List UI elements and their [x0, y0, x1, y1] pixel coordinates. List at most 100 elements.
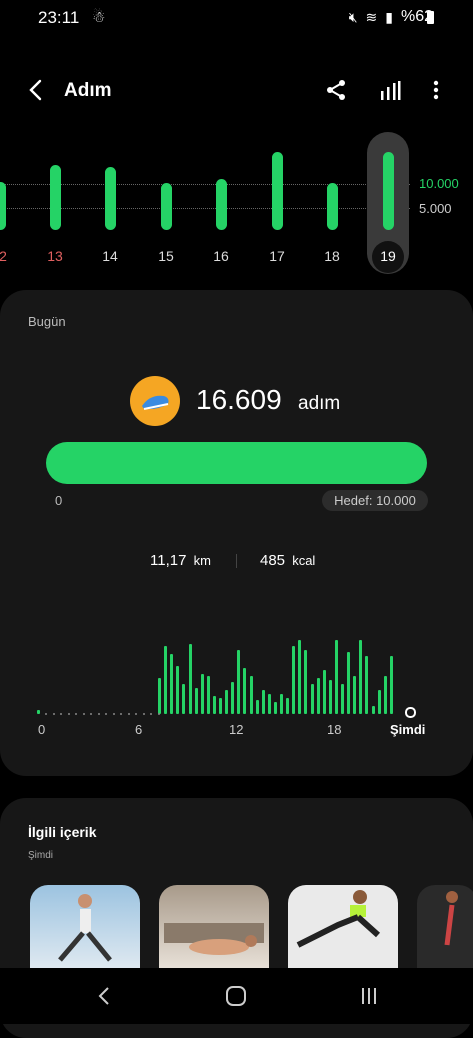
hourly-bar	[316, 678, 320, 714]
day-bar[interactable]	[50, 165, 61, 230]
hour-label-now: Şimdi	[390, 722, 426, 737]
calories-stat: 485 kcal	[260, 552, 315, 569]
y-label-half: 5.000	[419, 201, 452, 216]
hourly-bar	[389, 656, 393, 714]
day-label: 17	[269, 248, 285, 264]
hourly-empty-dot	[67, 713, 70, 715]
goal-badge: Hedef: 10.000	[322, 490, 428, 511]
step-badge-icon	[130, 376, 180, 426]
hourly-empty-dot	[157, 713, 160, 715]
hourly-bar	[158, 678, 161, 714]
hourly-empty-dot	[60, 713, 62, 715]
hourly-bar	[206, 676, 210, 714]
hourly-bar	[170, 654, 174, 714]
hour-label: 18	[327, 722, 342, 737]
trends-button[interactable]	[376, 76, 404, 104]
nav-recents-button[interactable]	[355, 982, 383, 1010]
hourly-empty-dot	[105, 713, 107, 715]
hourly-bar	[249, 676, 253, 714]
hourly-bar	[182, 684, 186, 714]
hourly-bar	[383, 676, 387, 714]
hourly-empty-dot	[120, 713, 122, 715]
hourly-bar	[304, 650, 308, 714]
goal-line	[0, 184, 410, 185]
nav-back-icon	[98, 987, 109, 1005]
nav-back-button[interactable]	[90, 982, 118, 1010]
workout-thumbnail[interactable]	[417, 885, 473, 969]
hourly-bar	[286, 698, 290, 714]
hourly-empty-dot	[82, 713, 85, 715]
back-arrow-icon	[29, 79, 42, 101]
day-bar[interactable]	[216, 179, 227, 230]
distance-value: 11,17	[150, 552, 187, 569]
hourly-empty-dot	[112, 713, 115, 715]
nav-home-button[interactable]	[222, 982, 250, 1010]
y-label-goal: 10.000	[419, 176, 459, 191]
day-bar[interactable]	[272, 152, 283, 230]
hour-label: 12	[229, 722, 244, 737]
day-bar[interactable]	[0, 182, 6, 230]
back-button[interactable]	[22, 76, 50, 104]
nav-recents-icon	[362, 988, 376, 1004]
hourly-bar	[359, 640, 363, 714]
hourly-bar	[219, 698, 222, 714]
hour-label: 6	[135, 722, 143, 737]
day-bar[interactable]	[105, 167, 116, 230]
day-bar[interactable]	[327, 183, 338, 230]
more-options-button[interactable]	[422, 76, 450, 104]
related-subtitle: Şimdi	[28, 850, 54, 861]
status-right: 🔇︎ ≋ ▮ %62	[349, 8, 433, 26]
selected-day-label: 19	[380, 248, 396, 264]
status-time: 23:11	[38, 8, 80, 27]
signal-icon: ▮	[385, 8, 393, 25]
stat-divider	[236, 554, 237, 568]
hourly-empty-dot	[135, 713, 137, 715]
weekly-steps-chart[interactable]: 2 13 14 15 16 17 18 19 10.000 5.000	[0, 130, 473, 280]
hourly-bar	[267, 694, 271, 714]
hourly-bar	[243, 668, 247, 714]
today-label: Bugün	[28, 314, 66, 329]
hourly-bar	[377, 690, 381, 714]
hourly-empty-dot	[90, 713, 92, 715]
hourly-bar	[334, 640, 338, 714]
mute-icon: 🔇︎	[348, 8, 358, 25]
hourly-bar	[225, 690, 229, 714]
hourly-bar	[176, 666, 180, 714]
workout-thumbnail[interactable]	[159, 885, 269, 969]
hour-label: 0	[38, 722, 46, 737]
calories-unit: kcal	[292, 553, 316, 568]
related-title: İlgili içerik	[28, 824, 97, 840]
hourly-bar	[164, 646, 168, 714]
wifi-icon: ≋	[365, 8, 378, 25]
distance-unit: km	[193, 553, 211, 568]
day-bar[interactable]	[383, 152, 394, 230]
hourly-bar	[353, 676, 357, 714]
hourly-bar	[261, 690, 265, 714]
hourly-bar	[310, 684, 314, 714]
share-button[interactable]	[322, 76, 350, 104]
hourly-bar	[371, 706, 375, 714]
hourly-empty-dot	[75, 713, 77, 715]
step-count: 16.609	[196, 384, 282, 415]
workout-thumbnail[interactable]	[30, 885, 140, 969]
day-label: 13	[47, 248, 63, 264]
hourly-bar	[347, 652, 351, 714]
bar-chart-icon	[381, 81, 401, 100]
hourly-empty-dot	[45, 713, 47, 715]
hourly-bar	[37, 710, 40, 714]
workout-thumbnail[interactable]	[288, 885, 398, 969]
day-label: 18	[324, 248, 340, 264]
half-goal-line	[0, 208, 410, 209]
hourly-bar	[231, 682, 235, 714]
day-bar[interactable]	[161, 183, 172, 230]
hourly-bar	[273, 702, 277, 714]
hourly-bar	[255, 700, 259, 714]
distance-stat: 11,17 km	[150, 552, 211, 569]
hourly-bar	[194, 688, 198, 714]
hourly-empty-dot	[127, 713, 130, 715]
hourly-empty-dot	[142, 713, 145, 715]
hourly-bar	[341, 684, 344, 714]
share-icon	[327, 80, 345, 100]
hourly-bar	[237, 650, 241, 714]
calories-value: 485	[260, 552, 286, 569]
